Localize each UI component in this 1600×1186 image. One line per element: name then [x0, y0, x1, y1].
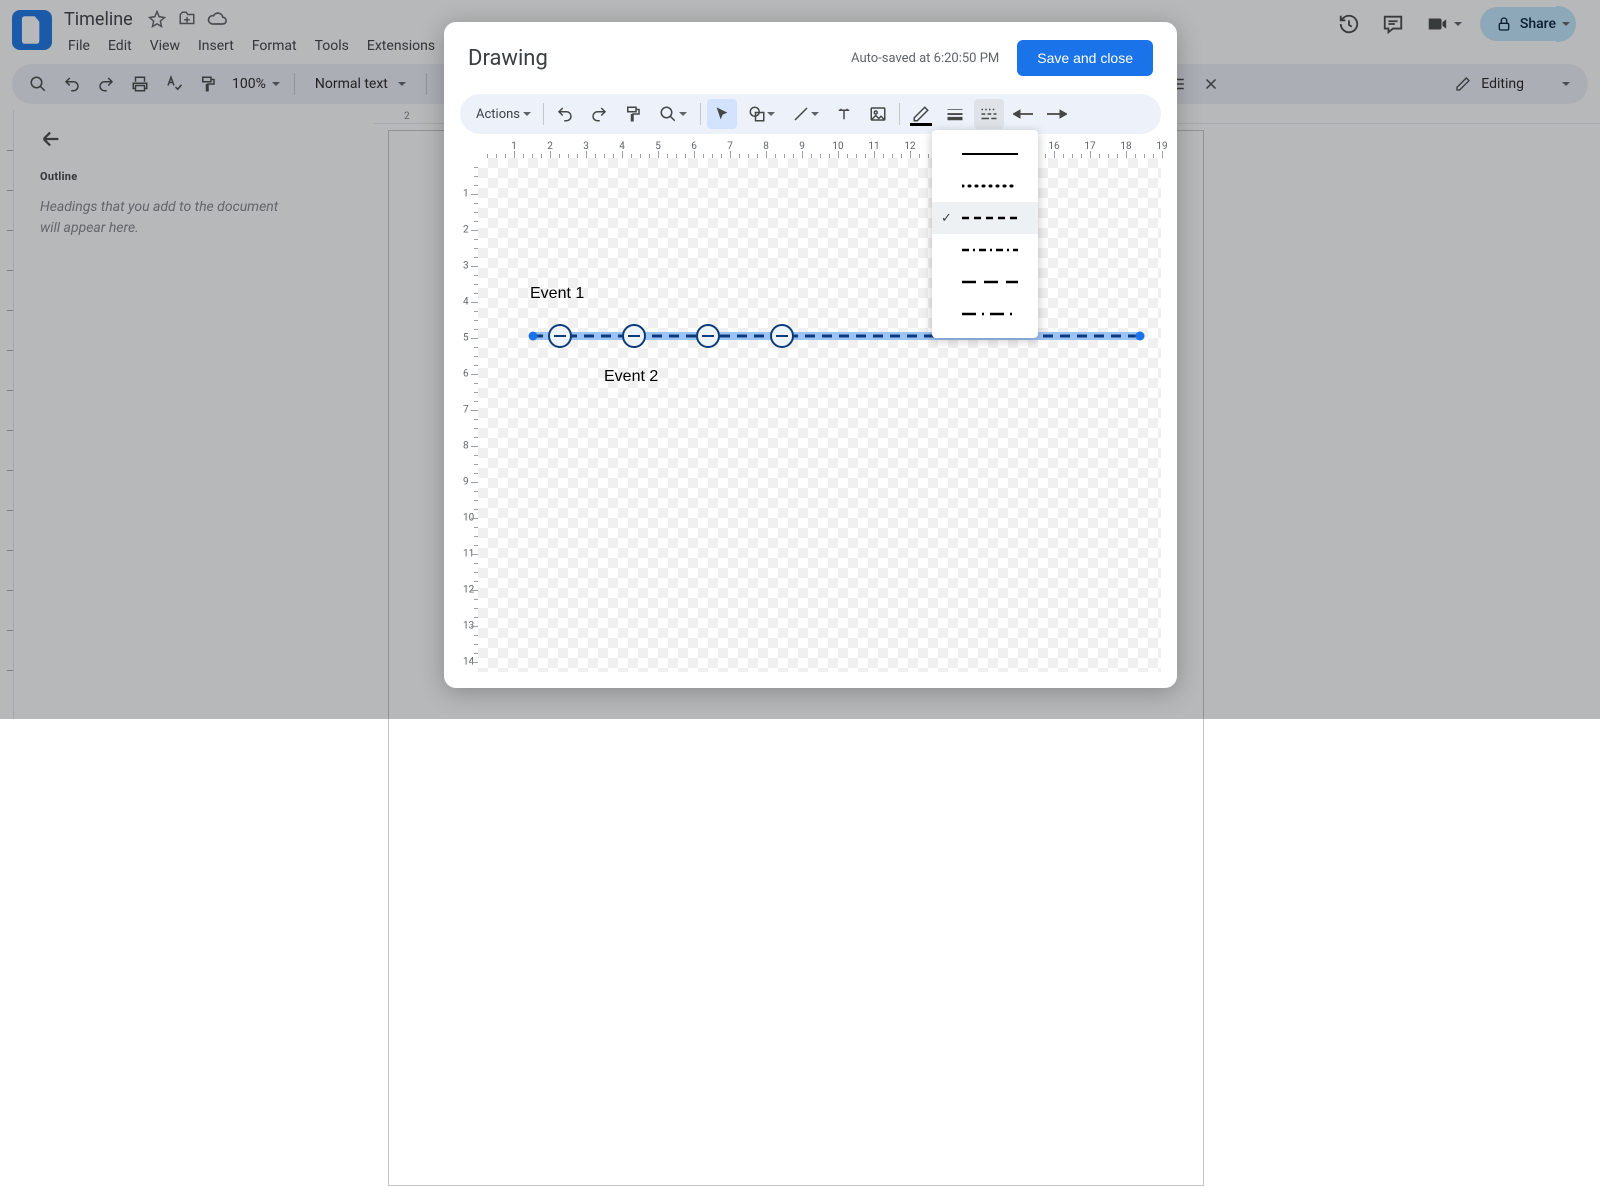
canvas-label-event1[interactable]: Event 1 — [530, 285, 584, 303]
canvas-label-event2[interactable]: Event 2 — [604, 368, 658, 386]
zoom-to-fit-icon[interactable] — [652, 99, 694, 129]
line-end-icon[interactable] — [1042, 99, 1072, 129]
drawing-vertical-ruler: 1234567891011121314 — [460, 158, 478, 672]
line-color-icon[interactable] — [906, 99, 936, 129]
line-dash-icon[interactable] — [974, 99, 1004, 129]
draw-redo-icon[interactable] — [584, 99, 614, 129]
dash-option-long-dash-dot[interactable] — [932, 298, 1038, 330]
dash-option-dash-dot[interactable] — [932, 234, 1038, 266]
line-weight-icon[interactable] — [940, 99, 970, 129]
select-tool-icon[interactable] — [707, 99, 737, 129]
dialog-title: Drawing — [468, 46, 548, 71]
dash-option-solid[interactable] — [932, 138, 1038, 170]
drawing-horizontal-ruler: 12345678910111213141516171819 — [478, 140, 1161, 158]
drawing-canvas[interactable]: Event 1 Event 2 — [478, 158, 1161, 672]
draw-undo-icon[interactable] — [550, 99, 580, 129]
shape-tool-icon[interactable] — [741, 99, 781, 129]
dash-option-dotted[interactable] — [932, 170, 1038, 202]
textbox-tool-icon[interactable] — [829, 99, 859, 129]
line-start-icon[interactable] — [1008, 99, 1038, 129]
paint-format-icon[interactable] — [618, 99, 648, 129]
actions-menu[interactable]: Actions — [470, 103, 537, 126]
autosave-status: Auto-saved at 6:20:50 PM — [851, 51, 999, 66]
line-tool-icon[interactable] — [785, 99, 825, 129]
dash-option-dashed-long[interactable] — [932, 266, 1038, 298]
drawing-dialog: Drawing Auto-saved at 6:20:50 PM Save an… — [444, 22, 1177, 688]
image-tool-icon[interactable] — [863, 99, 893, 129]
dash-option-dashed-short[interactable] — [932, 202, 1038, 234]
actions-label: Actions — [476, 107, 520, 122]
save-and-close-button[interactable]: Save and close — [1017, 40, 1153, 76]
drawing-canvas-area: 12345678910111213141516171819 1234567891… — [460, 140, 1161, 672]
line-dash-menu — [932, 130, 1038, 338]
drawing-toolbar: Actions — [460, 94, 1161, 134]
